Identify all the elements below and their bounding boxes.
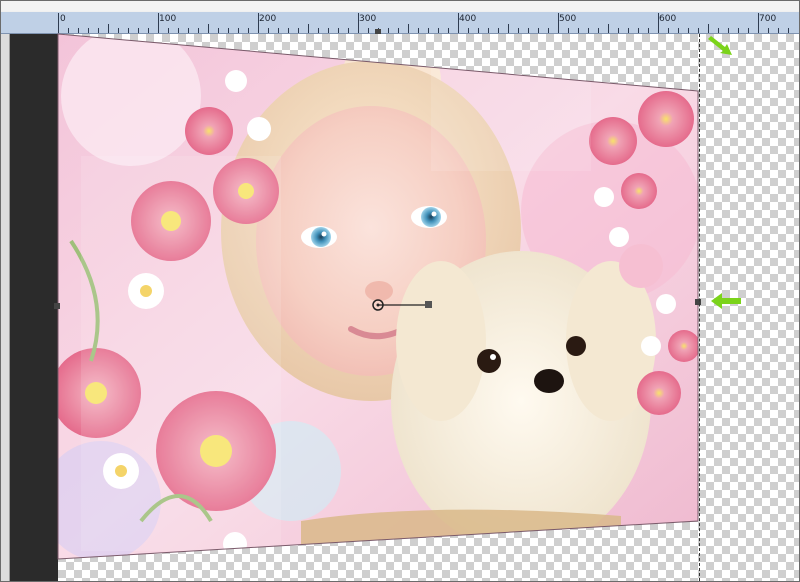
warped-image-layer bbox=[58, 34, 698, 559]
green-arrow-icon bbox=[711, 293, 741, 309]
rotation-handle[interactable] bbox=[425, 301, 432, 308]
canvas-artwork[interactable] bbox=[1, 1, 800, 582]
green-arrow-icon bbox=[708, 36, 732, 55]
right-edge-handle[interactable] bbox=[695, 299, 701, 305]
editor-window: 0 100 200 300 400 500 600 700 bbox=[0, 0, 800, 582]
left-edge-handle[interactable] bbox=[54, 303, 60, 309]
vertical-guide-line[interactable] bbox=[699, 34, 700, 581]
top-edge-handle[interactable] bbox=[375, 29, 381, 34]
